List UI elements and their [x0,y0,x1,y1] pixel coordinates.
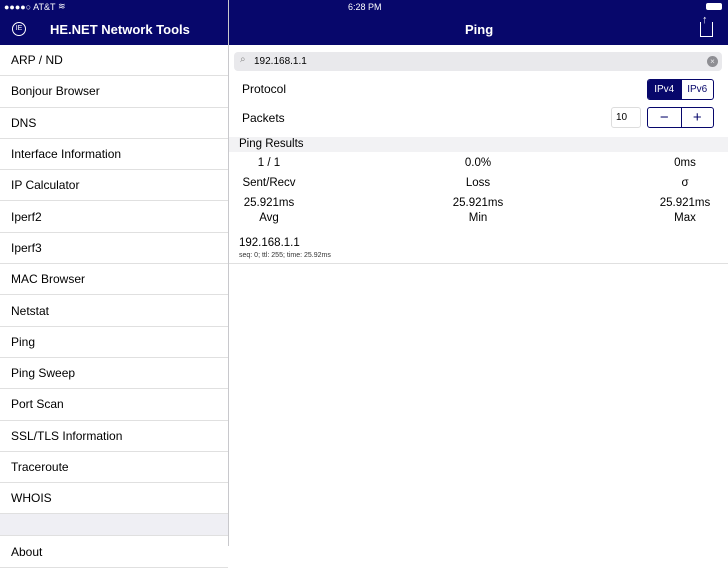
stat-label: Min [468,212,488,224]
sidebar-item-arp-nd[interactable]: ARP / ND [0,45,228,77]
protocol-segmented: IPv4 IPv6 [647,79,714,100]
search-input[interactable]: ⌕ 192.168.1.1 × [234,52,722,71]
clear-icon[interactable]: × [707,56,718,67]
sidebar: ARP / ND Bonjour Browser DNS Interface Info… [0,45,228,568]
ipv4-segment[interactable]: IPv4 [648,80,681,99]
entry-detail: seq: 0; ttl: 255; time: 25.92ms [239,252,331,259]
sidebar-item-traceroute[interactable]: Traceroute [0,452,228,484]
stat-label: Sent/Recv [242,177,296,189]
search-value: 192.168.1.1 [254,56,307,67]
ipv6-segment[interactable]: IPv6 [680,80,714,99]
sidebar-item-bonjour-browser[interactable]: Bonjour Browser [0,76,228,108]
stat-value: 25.921ms [659,197,711,209]
stat-label: σ [681,177,689,189]
decrement-button[interactable]: − [648,108,681,127]
stat-value: 0.0% [464,157,492,169]
stat-label: Max [674,212,696,224]
sidebar-item-netstat[interactable]: Netstat [0,295,228,327]
sidebar-item-iperf3[interactable]: Iperf3 [0,233,228,265]
packets-stepper: − + [647,107,714,128]
sidebar-title: HE.NET Network Tools [50,22,190,37]
sidebar-item-ping[interactable]: Ping [0,327,228,358]
stat-value: 25.921ms [452,197,504,209]
wifi-icon: ≋ [58,1,66,11]
stat-value: 0ms [674,157,696,169]
sidebar-item-ping-sweep[interactable]: Ping Sweep [0,358,228,390]
entry-host: 192.168.1.1 [239,237,300,249]
sidebar-item-dns[interactable]: DNS [0,108,228,139]
search-icon: ⌕ [240,54,246,65]
sidebar-item-about[interactable]: About [0,536,228,568]
ping-entry: 192.168.1.1 seq: 0; ttl: 255; time: 25.9… [229,231,728,264]
he-logo-icon[interactable]: IE [12,22,26,36]
stat-label: Avg [259,212,279,224]
sidebar-item-whois[interactable]: WHOIS [0,483,228,515]
sidebar-item-iperf2[interactable]: Iperf2 [0,201,228,233]
stat-value: 25.921ms [243,197,295,209]
sidebar-item-interface-information[interactable]: Interface Information [0,139,228,171]
share-arrow: ↑ [702,14,708,26]
packets-label: Packets [242,111,285,125]
top-bar: ●●●●○ AT&T ≋ 6:28 PM IE HE.NET Network T… [0,0,728,45]
stat-label: Loss [465,177,491,189]
sidebar-item-ip-calculator[interactable]: IP Calculator [0,170,228,202]
clock: 6:28 PM [348,2,382,12]
sidebar-gap [0,514,228,537]
packets-field[interactable]: 10 [611,107,641,128]
main-panel: ⌕ 192.168.1.1 × Protocol IPv4 IPv6 Packe… [229,45,728,546]
protocol-label: Protocol [242,82,287,96]
stat-value: 1 / 1 [257,157,281,169]
page-title: Ping [465,22,494,37]
sidebar-item-ssl-tls-information[interactable]: SSL/TLS Information [0,421,228,452]
sidebar-item-mac-browser[interactable]: MAC Browser [0,264,228,296]
increment-button[interactable]: + [680,108,714,127]
sidebar-item-port-scan[interactable]: Port Scan [0,389,228,421]
battery-icon [706,3,722,10]
carrier: ●●●●○ AT&T [4,2,56,12]
results-header: Ping Results [229,137,728,152]
